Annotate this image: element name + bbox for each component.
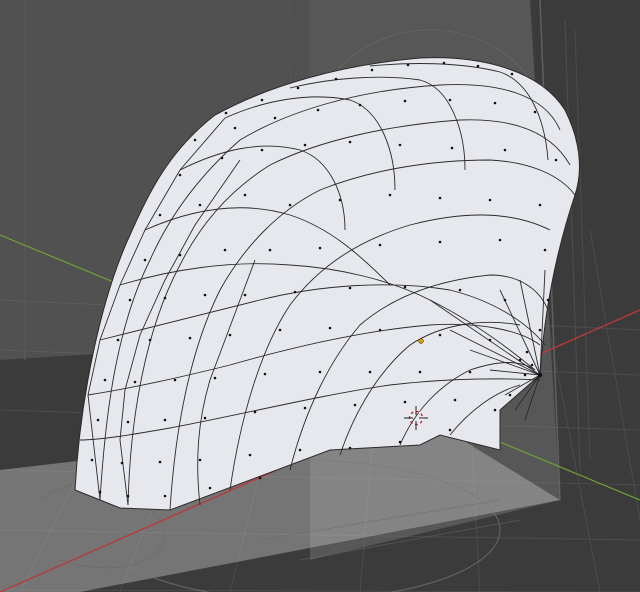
- reference-text: 3060: [194, 516, 222, 529]
- 3d-viewport[interactable]: 3060: [0, 0, 640, 592]
- object-origin[interactable]: [418, 338, 424, 344]
- mesh-pole-vertex[interactable]: [537, 372, 543, 378]
